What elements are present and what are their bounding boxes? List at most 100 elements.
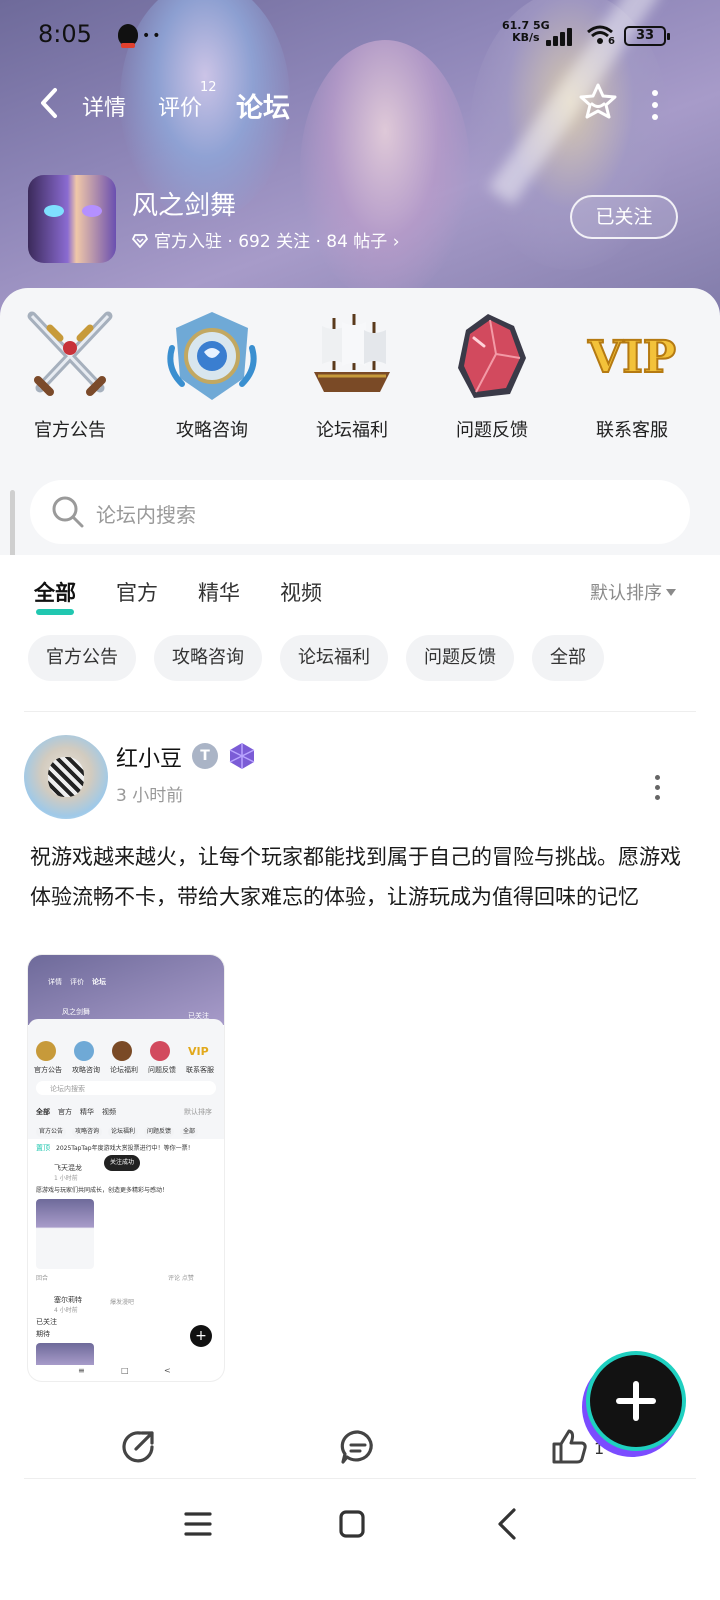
shot-tab: 评价 bbox=[70, 978, 84, 986]
chip-all[interactable]: 全部 bbox=[532, 635, 604, 681]
search-icon bbox=[50, 494, 86, 530]
chip-announcements[interactable]: 官方公告 bbox=[28, 635, 136, 681]
shot-tab: 详情 bbox=[48, 978, 62, 986]
game-header: 风之剑舞 官方入驻 · 692 关注 · 84 帖子 › 已关注 bbox=[28, 175, 720, 265]
category-chips: 官方公告 攻略咨询 论坛福利 问题反馈 全部 bbox=[28, 635, 708, 681]
official-diamond-icon bbox=[132, 234, 148, 248]
shortcut-feedback[interactable]: 问题反馈 bbox=[422, 308, 562, 458]
menu-icon[interactable] bbox=[178, 1504, 218, 1544]
tab-forum[interactable]: 论坛 bbox=[236, 86, 290, 127]
shortcut-grid: 官方公告 攻略咨询 论坛福利 问题反馈 VIP 联系客服 bbox=[0, 308, 720, 458]
user-level-badge: T bbox=[192, 743, 218, 769]
shot-pin: 2025TapTap年度游戏大赏投票进行中！等你一票！ bbox=[56, 1145, 194, 1152]
shot-game-name: 风之剑舞 bbox=[62, 1008, 90, 1016]
post-time: 3 小时前 bbox=[116, 786, 184, 806]
shot-tab2: 视频 bbox=[102, 1108, 116, 1116]
tab-reviews[interactable]: 评价 bbox=[158, 90, 202, 122]
shot-shortcut: 官方公告 bbox=[34, 1066, 62, 1074]
game-app-icon[interactable] bbox=[28, 175, 116, 263]
feed-tab-featured[interactable]: 精华 bbox=[198, 577, 240, 607]
shot-user1-text: 愿游戏与玩家们共同成长，创造更多精彩与感动！ bbox=[36, 1187, 169, 1194]
divider bbox=[24, 711, 696, 712]
shot-chip: 问题反馈 bbox=[144, 1127, 175, 1137]
chevron-right-icon: › bbox=[392, 232, 400, 252]
shot-tab2: 精华 bbox=[80, 1108, 94, 1116]
post-username[interactable]: 红小豆 bbox=[116, 741, 182, 773]
crossed-swords-icon bbox=[22, 308, 118, 404]
ship-icon bbox=[304, 308, 400, 404]
shot-user2-tag: 爆发漫吧 bbox=[110, 1299, 135, 1306]
shortcut-guides[interactable]: 攻略咨询 bbox=[142, 308, 282, 458]
header-banner: 8:05 •• 61.7 5G KB/s 6 33 详情 评价 12 论坛 风之… bbox=[0, 0, 720, 330]
shot-sort: 默认排序 bbox=[184, 1108, 212, 1116]
chip-guides[interactable]: 攻略咨询 bbox=[154, 635, 262, 681]
avatar[interactable] bbox=[24, 735, 108, 819]
shot-row-label: 回合 bbox=[36, 1275, 49, 1282]
shot-tab2: 全部 bbox=[36, 1108, 50, 1116]
shot-crystal-icon bbox=[150, 1041, 170, 1061]
tab-details[interactable]: 详情 bbox=[82, 90, 126, 122]
shot-tab2: 官方 bbox=[58, 1108, 72, 1116]
shot-crest-icon bbox=[74, 1041, 94, 1061]
sort-dropdown[interactable]: 默认排序 bbox=[590, 579, 676, 605]
qq-notification-icon bbox=[118, 24, 138, 48]
shot-nav-back: < bbox=[164, 1366, 171, 1375]
wifi-icon: 6 bbox=[586, 24, 615, 51]
post-more-icon[interactable] bbox=[655, 775, 665, 805]
more-options-icon[interactable] bbox=[650, 90, 660, 120]
shortcut-announcements[interactable]: 官方公告 bbox=[0, 308, 140, 458]
like-icon[interactable] bbox=[550, 1427, 590, 1467]
shot-nav-menu: ≡ bbox=[78, 1366, 85, 1375]
shot-shortcut: 论坛福利 bbox=[110, 1066, 138, 1074]
shot-user2-line2: 期待 bbox=[36, 1330, 50, 1338]
post-image-screenshot[interactable]: 详情 评价 论坛 风之剑舞 已关注 VIP 官方公告 攻略咨询 论坛福利 问题反… bbox=[28, 955, 224, 1381]
divider bbox=[24, 1478, 696, 1479]
shot-user1-time: 1 小时前 bbox=[54, 1175, 78, 1182]
shot-swords-icon bbox=[36, 1041, 56, 1061]
forum-search-bar[interactable]: 论坛内搜索 bbox=[30, 480, 690, 544]
battery-icon: 33 bbox=[624, 26, 670, 46]
shot-shortcut: 联系客服 bbox=[186, 1066, 214, 1074]
feed-tab-all[interactable]: 全部 bbox=[34, 577, 76, 615]
svg-text:VIP: VIP bbox=[587, 332, 676, 383]
shot-shortcut: 问题反馈 bbox=[148, 1066, 176, 1074]
shot-chip: 论坛福利 bbox=[108, 1127, 139, 1137]
review-count-badge: 12 bbox=[200, 80, 217, 95]
new-post-fab[interactable] bbox=[590, 1355, 682, 1447]
plus-icon-stroke bbox=[633, 1381, 639, 1421]
vip-icon: VIP bbox=[582, 308, 682, 404]
feed-tab-official[interactable]: 官方 bbox=[116, 577, 158, 607]
status-bar: 8:05 •• 61.7 5G KB/s 6 33 bbox=[0, 14, 720, 58]
shot-sheet bbox=[28, 1019, 224, 1139]
shot-post-image-2 bbox=[36, 1343, 94, 1365]
status-time: 8:05 bbox=[38, 20, 92, 48]
shot-shortcut: 攻略咨询 bbox=[72, 1066, 100, 1074]
game-meta[interactable]: 官方入驻 · 692 关注 · 84 帖子 › bbox=[132, 227, 400, 252]
shot-user2-line1: 已关注 bbox=[36, 1318, 57, 1326]
shot-chip: 官方公告 bbox=[36, 1127, 67, 1137]
chip-feedback[interactable]: 问题反馈 bbox=[406, 635, 514, 681]
share-icon[interactable] bbox=[118, 1427, 158, 1467]
system-navigation-bar bbox=[0, 1496, 720, 1556]
shot-post-image bbox=[36, 1199, 94, 1269]
shortcut-label: 论坛福利 bbox=[316, 420, 388, 441]
shortcut-support[interactable]: VIP 联系客服 bbox=[562, 308, 702, 458]
chip-benefits[interactable]: 论坛福利 bbox=[280, 635, 388, 681]
shot-user2-time: 4 小时前 bbox=[54, 1307, 78, 1314]
feed-tab-video[interactable]: 视频 bbox=[280, 577, 322, 607]
follow-button[interactable]: 已关注 bbox=[570, 195, 678, 239]
shortcut-label: 问题反馈 bbox=[456, 420, 528, 441]
shot-chip: 全部 bbox=[180, 1127, 199, 1137]
back-icon[interactable] bbox=[38, 86, 60, 129]
shot-tab: 论坛 bbox=[92, 978, 106, 986]
comment-icon[interactable] bbox=[338, 1427, 378, 1467]
back-nav-icon[interactable] bbox=[488, 1504, 528, 1544]
home-icon[interactable] bbox=[332, 1504, 372, 1544]
shot-user2: 塞尔莉特 bbox=[54, 1296, 82, 1304]
net-speed-unit: KB/s bbox=[512, 31, 540, 44]
post-content: 祝游戏越来越火，让每个玩家都能找到属于自己的冒险与挑战。愿游戏体验流畅不卡，带给… bbox=[30, 845, 681, 909]
favorite-star-icon[interactable] bbox=[578, 82, 618, 122]
more-notifications-icon: •• bbox=[142, 28, 163, 44]
shortcut-benefits[interactable]: 论坛福利 bbox=[282, 308, 422, 458]
shot-chip: 攻略咨询 bbox=[72, 1127, 103, 1137]
